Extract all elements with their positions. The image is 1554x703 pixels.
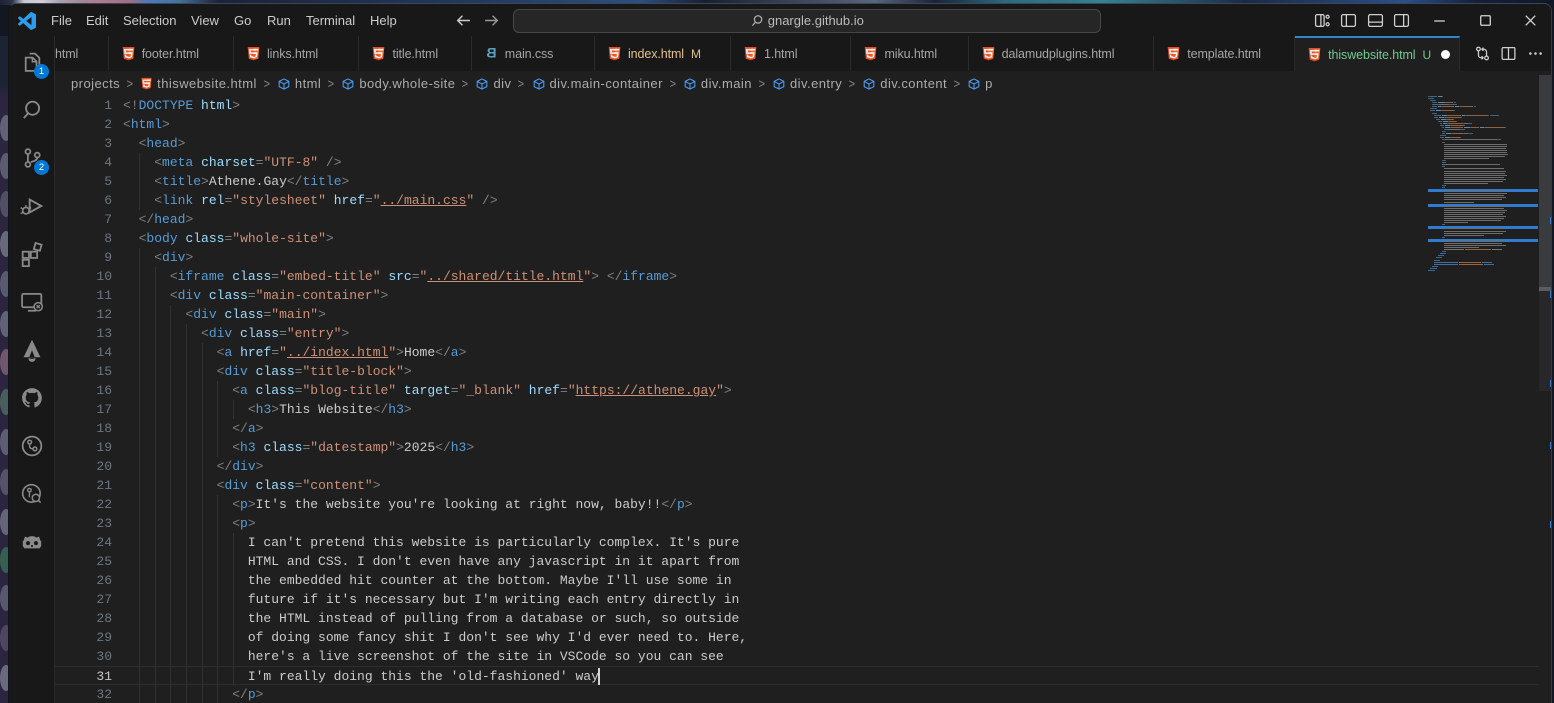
svg-text:B: B — [486, 46, 496, 61]
